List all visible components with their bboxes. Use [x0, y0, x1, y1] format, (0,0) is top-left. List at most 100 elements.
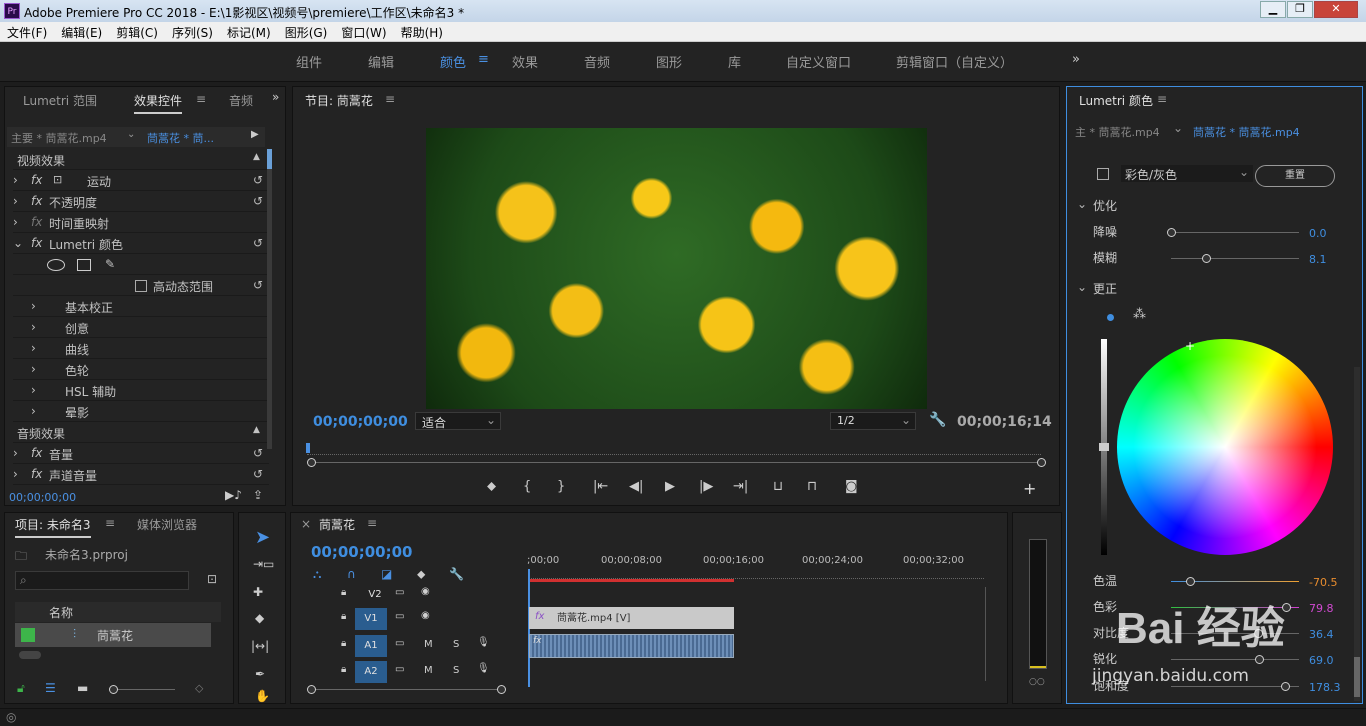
playhead[interactable] [306, 443, 310, 453]
noise-value[interactable]: 0.0 [1309, 227, 1327, 240]
toggle-sync-icon[interactable]: ▭ [395, 638, 404, 649]
mark-out-icon[interactable]: } [557, 479, 565, 494]
panel-menu-icon[interactable]: ≡ [385, 92, 395, 106]
ws-audio[interactable]: 音频 [584, 52, 610, 71]
solo-meter-icon[interactable]: ○○ [1029, 677, 1045, 687]
tab-media-browser[interactable]: 媒体浏览器 [137, 516, 197, 533]
add-marker-icon[interactable]: ⬥ [417, 567, 425, 582]
chevron-down-icon[interactable]: ⌄ [127, 129, 135, 140]
hand-icon[interactable]: ✋ [255, 689, 270, 703]
single-wheel-icon[interactable] [1107, 314, 1114, 321]
menu-file[interactable]: 文件(F) [0, 22, 54, 41]
chevron-down-icon[interactable]: ⌄ [1173, 121, 1183, 135]
mic-icon[interactable]: 🎙︎ [477, 663, 490, 674]
step-back-icon[interactable]: ◀| [629, 479, 643, 494]
luma-slider[interactable] [1099, 339, 1109, 555]
mute-button[interactable]: M [424, 665, 433, 676]
timeline-zoom-bar[interactable] [307, 685, 506, 694]
panel-menu-icon[interactable]: ≡ [1157, 92, 1167, 106]
toggle-sync-icon[interactable]: ▭ [395, 587, 404, 598]
fit-select[interactable]: 适合 ⌄ [415, 412, 501, 430]
menu-help[interactable]: 帮助(H) [394, 22, 450, 41]
search-input[interactable]: ⌕ [15, 571, 189, 590]
tab-audio[interactable]: 音频 [229, 92, 253, 109]
optimize-heading[interactable]: 优化 [1093, 197, 1117, 214]
lumetri-creative[interactable]: › 创意 [13, 317, 269, 338]
list-item[interactable]: ⫶ 茼蒿花 [15, 623, 211, 647]
effect-volume[interactable]: › fx 音量 ↺ [13, 443, 269, 464]
bw-checkbox[interactable] [1097, 168, 1109, 180]
timeline-title[interactable]: 茼蒿花 [319, 516, 355, 533]
tab-effect-controls[interactable]: 效果控件 [134, 92, 183, 114]
audio-clip[interactable]: fx [529, 634, 734, 658]
ws-custom[interactable]: 自定义窗口 [786, 52, 851, 71]
program-timecode[interactable]: 00;00;00;00 [313, 414, 408, 430]
ws-assembly[interactable]: 组件 [296, 52, 322, 71]
clip-label[interactable]: 茼蒿花 * 茼... [147, 130, 214, 146]
rect-mask-icon[interactable] [77, 259, 91, 271]
selection-tool-icon[interactable]: ➤ [255, 527, 270, 548]
vertical-scrollbar[interactable] [985, 587, 993, 681]
lock-icon[interactable]: 🔒︎ [341, 611, 346, 622]
blur-value[interactable]: 8.1 [1309, 253, 1327, 266]
close-button[interactable]: ✕ [1314, 1, 1358, 18]
tab-project[interactable]: 项目: 未命名3 [15, 516, 91, 538]
filter-icon[interactable]: ▶♪ [225, 488, 242, 502]
master-clip-label[interactable]: 主要 * 茼蒿花.mp4 [11, 130, 107, 146]
wrench-icon[interactable]: 🔧 [929, 412, 946, 428]
new-bin-icon[interactable]: ⊡ [207, 572, 217, 586]
extract-icon[interactable]: ⊓ [807, 479, 817, 494]
wrench-icon[interactable]: 🔧 [449, 567, 464, 581]
saturation-slider[interactable] [1171, 682, 1299, 691]
lock-icon[interactable]: 🔒︎ [341, 587, 346, 598]
temperature-slider[interactable] [1171, 577, 1299, 586]
lock-icon[interactable]: 🔒︎ [341, 638, 346, 649]
menu-clip[interactable]: 剪辑(C) [109, 22, 165, 41]
zoom-bar[interactable] [307, 458, 1046, 467]
noise-slider[interactable] [1167, 228, 1299, 237]
lumetri-basic[interactable]: › 基本校正 [13, 296, 269, 317]
hdr-checkbox[interactable] [135, 280, 147, 292]
add-marker-icon[interactable]: ⬥ [487, 479, 496, 494]
solo-button[interactable]: S [453, 639, 459, 650]
play-icon[interactable]: ▶ [665, 479, 675, 494]
effect-time-remap[interactable]: › fx 时间重映射 [13, 212, 269, 233]
chevron-down-icon[interactable]: ⌄ [1077, 280, 1087, 294]
go-to-out-icon[interactable]: ⇥| [733, 479, 748, 494]
export-icon[interactable]: ⇪ [253, 488, 263, 502]
magnet-icon[interactable]: ∩ [347, 567, 356, 581]
sharpen-value[interactable]: 69.0 [1309, 654, 1334, 667]
project-item-name[interactable]: 茼蒿花 [97, 627, 133, 644]
menu-sequence[interactable]: 序列(S) [165, 22, 220, 41]
ws-menu-icon[interactable]: ≡ [478, 52, 489, 67]
panel-menu-icon[interactable]: ≡ [196, 92, 206, 106]
video-clip[interactable]: fx 茼蒿花.mp4 [V] [529, 607, 734, 629]
mute-button[interactable]: M [424, 639, 433, 650]
more-icon[interactable]: » [272, 90, 279, 104]
reset-button[interactable]: 重置 [1255, 165, 1335, 187]
ripple-edit-icon[interactable]: ✚ [253, 585, 263, 599]
contrast-slider[interactable] [1171, 629, 1299, 638]
lock-icon[interactable]: 🔓︎ [17, 681, 25, 696]
go-to-in-icon[interactable]: |⇤ [593, 479, 608, 494]
track-select-icon[interactable]: ⇥▭ [253, 557, 274, 571]
eye-icon[interactable]: ◉ [421, 586, 430, 597]
menu-edit[interactable]: 编辑(E) [54, 22, 109, 41]
tint-slider[interactable] [1171, 603, 1299, 612]
tint-value[interactable]: 79.8 [1309, 602, 1334, 615]
contrast-value[interactable]: 36.4 [1309, 628, 1334, 641]
column-header[interactable]: 名称 [15, 602, 221, 622]
snap-icon[interactable]: ⛬ [313, 567, 321, 582]
zoom-slider[interactable] [109, 685, 175, 694]
three-wheels-icon[interactable]: ⁂ [1133, 307, 1146, 322]
slip-icon[interactable]: |↔| [251, 639, 269, 653]
temperature-value[interactable]: -70.5 [1309, 576, 1337, 589]
effect-lumetri[interactable]: ⌄ fx Lumetri 颜色 ↺ [13, 233, 269, 254]
more-icon[interactable]: » [1072, 52, 1080, 67]
camera-icon[interactable]: ◙ [845, 479, 858, 494]
icon-view-icon[interactable]: ▬ [77, 681, 88, 695]
sharpen-slider[interactable] [1171, 655, 1299, 664]
effect-opacity[interactable]: › fx 不透明度 ↺ [13, 191, 269, 212]
minimize-button[interactable]: ▁ [1260, 1, 1286, 18]
effect-motion[interactable]: › fx ⊡ 运动 ↺ [13, 170, 269, 191]
